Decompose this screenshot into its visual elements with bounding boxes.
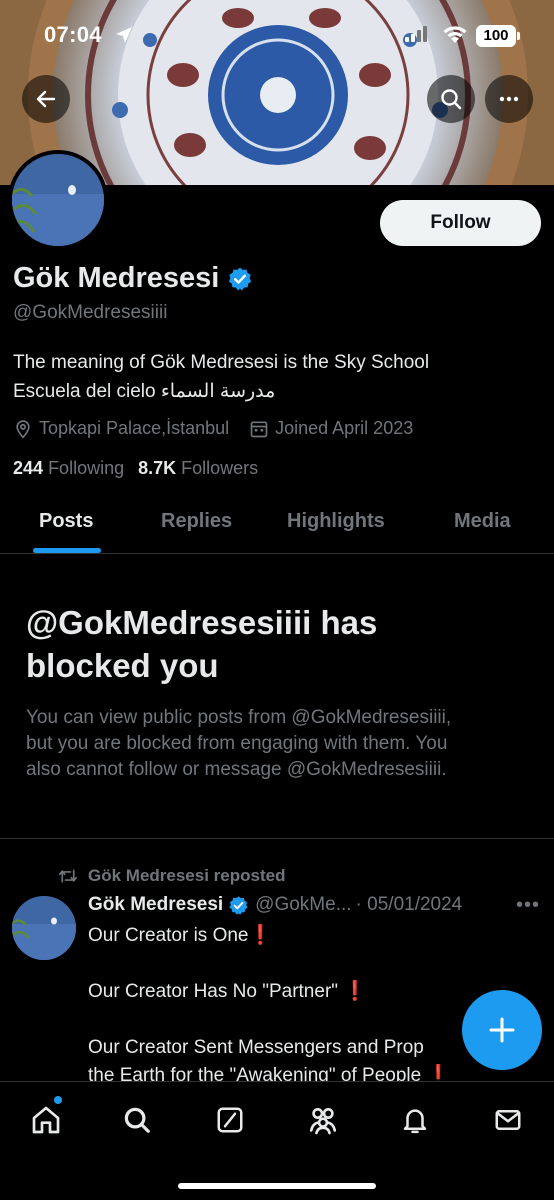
messages-icon <box>495 1110 521 1130</box>
following-link[interactable]: 244 Following <box>13 458 124 478</box>
profile-joined: Joined April 2023 <box>249 418 413 439</box>
home-icon <box>32 1106 60 1134</box>
following-count: 244 <box>13 458 44 478</box>
profile-location: Topkapi Palace,İstanbul <box>13 418 229 439</box>
bio-line-2: Escuela del cielo مدرسة السماء <box>13 381 276 402</box>
blocked-description: You can view public posts from @GokMedre… <box>26 705 526 783</box>
post-header: Gök Medresesi @GokMe... · 05/01/2024 <box>88 894 462 916</box>
nav-grok[interactable] <box>210 1100 250 1140</box>
post-line-4: the Earth for the "Awakening" of People <box>88 1065 422 1082</box>
nav-messages[interactable] <box>488 1100 528 1140</box>
back-arrow-icon <box>36 90 56 108</box>
profile-bio: The meaning of Gök Medresesi is the Sky … <box>13 348 543 406</box>
following-label: Following <box>48 458 125 478</box>
notifications-icon <box>403 1109 427 1134</box>
followers-label: Followers <box>181 458 259 478</box>
followers-count: 8.7K <box>138 458 177 478</box>
post-more-button[interactable]: ••• <box>516 894 540 917</box>
location-text: Topkapi Palace,İstanbul <box>39 418 230 438</box>
battery-level: 100 <box>476 25 516 47</box>
search-button[interactable] <box>427 75 475 123</box>
followers-link[interactable]: 8.7K Followers <box>138 458 258 478</box>
more-icon <box>499 96 519 102</box>
battery-tip <box>517 32 520 40</box>
exclamation-emoji: ❗ <box>248 925 273 946</box>
post-line-2: Our Creator Has No "Partner" <box>88 981 339 1002</box>
profile-counts: 244 Following 8.7K Followers <box>13 458 258 479</box>
compose-post-button[interactable] <box>462 990 542 1070</box>
back-button[interactable] <box>22 75 70 123</box>
blocked-description-line-1: You can view public posts from @GokMedre… <box>26 707 452 728</box>
post-text: Our Creator is One❗ Our Creator Has No "… <box>88 922 450 1082</box>
more-options-button[interactable] <box>485 75 533 123</box>
home-notification-dot <box>54 1096 62 1104</box>
blocked-description-line-2: but you are blocked from engaging with t… <box>26 733 448 754</box>
post-author-handle: @GokMe... <box>255 894 352 915</box>
blocked-title-line-1: @GokMedresesiiii has <box>26 604 378 641</box>
blocked-notice: @GokMedresesiiii has blocked you You can… <box>0 555 554 839</box>
grok-icon <box>217 1107 243 1133</box>
blocked-title: @GokMedresesiiii has blocked you <box>26 601 526 687</box>
calendar-icon <box>250 421 268 437</box>
profile-avatar[interactable] <box>8 150 108 250</box>
nav-explore[interactable] <box>117 1100 157 1140</box>
exclamation-emoji: ❗ <box>426 1065 451 1082</box>
profile-handle: @GokMedresesiiii <box>13 302 168 323</box>
post-author-name[interactable]: Gök Medresesi <box>88 894 223 916</box>
home-indicator <box>178 1183 376 1189</box>
profile-display-name-row: Gök Medresesi <box>13 262 253 295</box>
status-bar: 07:04 100 <box>0 0 554 70</box>
blocked-title-line-2: blocked you <box>26 647 219 684</box>
status-time: 07:04 <box>44 22 102 47</box>
cellular-signal-icon <box>405 26 427 42</box>
nav-communities[interactable] <box>303 1100 343 1140</box>
repost-indicator: Gök Medresesi reposted <box>58 866 285 886</box>
bottom-navigation <box>0 1081 554 1200</box>
repost-icon <box>58 869 77 883</box>
profile-tabs: Posts Replies Highlights Media <box>0 500 554 554</box>
verified-badge-icon <box>229 895 248 915</box>
tab-posts[interactable]: Posts <box>39 510 93 533</box>
repost-label: Gök Medresesi reposted <box>88 866 286 885</box>
joined-text: Joined April 2023 <box>275 418 414 438</box>
blocked-description-line-3: also cannot follow or message @GokMedres… <box>26 759 447 780</box>
tab-highlights[interactable]: Highlights <box>287 510 385 533</box>
tab-media[interactable]: Media <box>454 510 511 533</box>
follow-button[interactable]: Follow <box>380 200 541 246</box>
active-tab-indicator <box>33 548 101 553</box>
bio-line-1: The meaning of Gök Medresesi is the Sky … <box>13 352 430 373</box>
location-pin-icon <box>16 419 30 439</box>
avatar-image <box>12 154 104 246</box>
post-avatar-image <box>12 896 76 960</box>
tab-replies[interactable]: Replies <box>161 510 232 533</box>
post-date: · 05/01/2024 <box>355 894 463 915</box>
profile-meta: Topkapi Palace,İstanbul Joined April 202… <box>13 418 433 439</box>
post-line-3: Our Creator Sent Messengers and Prop <box>88 1037 424 1058</box>
profile-display-name: Gök Medresesi <box>13 262 220 294</box>
post-author-avatar[interactable] <box>12 896 76 960</box>
post-line-1: Our Creator is One <box>88 925 249 946</box>
verified-badge-icon[interactable] <box>227 266 253 292</box>
search-icon <box>441 89 462 110</box>
compose-plus-icon <box>489 1017 515 1043</box>
nav-home[interactable] <box>26 1100 66 1140</box>
exclamation-emoji: ❗ <box>343 981 367 1002</box>
wifi-icon <box>443 26 467 43</box>
communities-icon <box>309 1107 337 1135</box>
search-icon <box>124 1107 150 1133</box>
nav-notifications[interactable] <box>395 1100 435 1140</box>
location-arrow-icon <box>116 27 132 43</box>
